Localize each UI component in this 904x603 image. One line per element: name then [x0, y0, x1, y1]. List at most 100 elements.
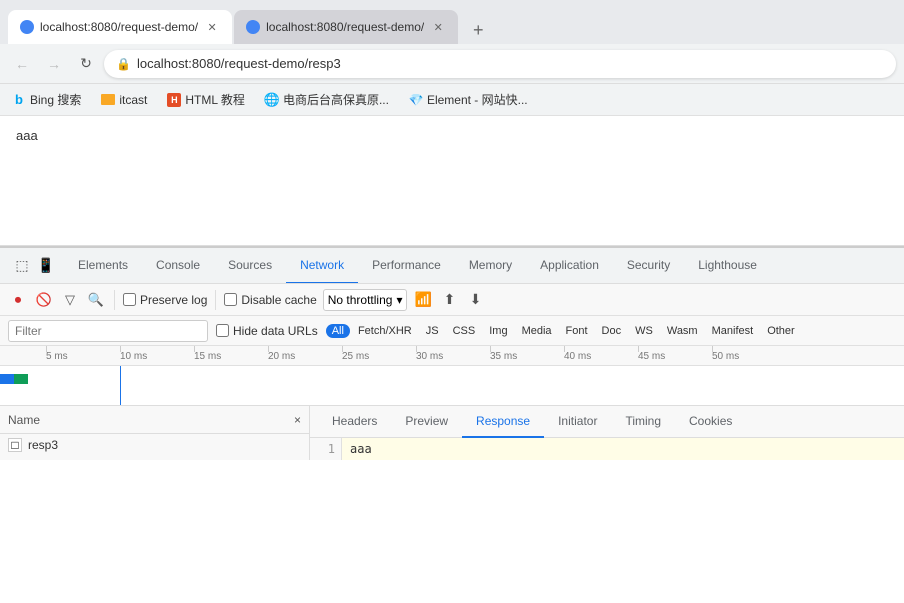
filter-toggle-button[interactable]: ▽: [60, 290, 80, 310]
back-button[interactable]: ←: [8, 50, 36, 78]
folder-icon: [101, 94, 115, 105]
filter-types: All Fetch/XHR JS CSS Img Media Font Doc …: [326, 324, 801, 338]
devtools-tab-security[interactable]: Security: [613, 248, 684, 284]
tick-20ms: 20 ms: [268, 346, 295, 366]
new-tab-button[interactable]: +: [464, 16, 492, 44]
element-icon: 💎: [409, 93, 423, 107]
response-tab-response[interactable]: Response: [462, 406, 544, 438]
response-tab-preview[interactable]: Preview: [391, 406, 462, 438]
wifi-icon[interactable]: 📶: [413, 290, 433, 310]
tab-title-2: localhost:8080/request-demo/: [266, 20, 424, 34]
file-name: resp3: [28, 438, 58, 452]
devtools-tab-lighthouse[interactable]: Lighthouse: [684, 248, 771, 284]
timeline-bar-blue: [0, 374, 14, 384]
bookmark-html[interactable]: H HTML 教程: [163, 89, 249, 110]
preserve-log-checkbox[interactable]: [123, 293, 136, 306]
devtools-toolbar: ⏺ 🚫 ▽ 🔍 Preserve log Disable cache No th…: [0, 284, 904, 316]
tab-active[interactable]: localhost:8080/request-demo/ ✕: [8, 10, 232, 44]
hide-data-urls-text: Hide data URLs: [233, 324, 318, 338]
devtools-tab-bar: ⬚ 📱 Elements Console Sources Network Per…: [0, 248, 904, 284]
tick-40ms: 40 ms: [564, 346, 591, 366]
response-tab-cookies[interactable]: Cookies: [675, 406, 746, 438]
bookmark-ecommerce-label: 电商后台高保真原...: [283, 91, 389, 108]
response-tab-bar: Headers Preview Response Initiator Timin…: [310, 406, 904, 438]
devtools-tab-console[interactable]: Console: [142, 248, 214, 284]
devtools-tab-application[interactable]: Application: [526, 248, 613, 284]
filter-type-css[interactable]: CSS: [447, 324, 482, 338]
devtools-tab-performance[interactable]: Performance: [358, 248, 455, 284]
response-content: 1 aaa: [310, 438, 904, 460]
tab-title: localhost:8080/request-demo/: [40, 20, 198, 34]
filter-type-all[interactable]: All: [326, 324, 350, 338]
bookmarks-bar: b Bing 搜索 itcast H HTML 教程 🌐 电商后台高保真原...…: [0, 84, 904, 116]
address-input[interactable]: 🔒 localhost:8080/request-demo/resp3: [104, 50, 896, 78]
hide-data-urls-label[interactable]: Hide data URLs: [216, 324, 318, 338]
network-panel: Name × □ resp3 Headers Preview Response …: [0, 406, 904, 460]
devtools-tab-sources[interactable]: Sources: [214, 248, 286, 284]
search-button[interactable]: 🔍: [86, 290, 106, 310]
devtools-tab-network[interactable]: Network: [286, 248, 358, 284]
devtools-tab-elements[interactable]: Elements: [64, 248, 142, 284]
record-button[interactable]: ⏺: [8, 290, 28, 310]
tab-favicon: [20, 20, 34, 34]
tick-50ms: 50 ms: [712, 346, 739, 366]
bookmark-element[interactable]: 💎 Element - 网站快...: [405, 89, 532, 110]
device-icon[interactable]: 📱: [36, 256, 56, 276]
timeline-canvas: [0, 366, 904, 405]
devtools-icons: ⬚ 📱: [4, 256, 64, 276]
lock-icon: 🔒: [116, 57, 131, 71]
tick-35ms: 35 ms: [490, 346, 517, 366]
response-tab-headers[interactable]: Headers: [318, 406, 391, 438]
disable-cache-checkbox[interactable]: [224, 293, 237, 306]
response-line-number: 1: [310, 438, 342, 460]
response-tab-timing[interactable]: Timing: [611, 406, 675, 438]
inspect-icon[interactable]: ⬚: [12, 256, 32, 276]
upload-icon[interactable]: ⬆: [439, 290, 459, 310]
filter-type-font[interactable]: Font: [560, 324, 594, 338]
download-icon[interactable]: ⬇: [465, 290, 485, 310]
toolbar-separator-1: [114, 290, 115, 310]
clear-button[interactable]: 🚫: [34, 290, 54, 310]
file-list-close-button[interactable]: ×: [294, 413, 301, 427]
filter-input[interactable]: [8, 320, 208, 342]
file-list: Name × □ resp3: [0, 406, 310, 460]
disable-cache-text: Disable cache: [241, 293, 316, 307]
timeline-area: 5 ms 10 ms 15 ms 20 ms 25 ms 30 ms 35 ms…: [0, 346, 904, 406]
filter-type-wasm[interactable]: Wasm: [661, 324, 704, 338]
throttle-value: No throttling: [328, 293, 393, 307]
bookmark-element-label: Element - 网站快...: [427, 91, 528, 108]
tick-45ms: 45 ms: [638, 346, 665, 366]
filter-type-fetch[interactable]: Fetch/XHR: [352, 324, 418, 338]
page-body-text: aaa: [16, 128, 38, 143]
tab-close-button[interactable]: ✕: [204, 19, 220, 35]
preserve-log-label[interactable]: Preserve log: [123, 293, 207, 307]
forward-button[interactable]: →: [40, 50, 68, 78]
response-tab-initiator[interactable]: Initiator: [544, 406, 611, 438]
filter-type-js[interactable]: JS: [420, 324, 445, 338]
toolbar-separator-2: [215, 290, 216, 310]
tab-inactive[interactable]: localhost:8080/request-demo/ ✕: [234, 10, 458, 44]
filter-type-img[interactable]: Img: [483, 324, 513, 338]
html-icon: H: [167, 93, 181, 107]
response-panel: Headers Preview Response Initiator Timin…: [310, 406, 904, 460]
devtools: ⬚ 📱 Elements Console Sources Network Per…: [0, 246, 904, 460]
filter-type-media[interactable]: Media: [516, 324, 558, 338]
page-content: aaa: [0, 116, 904, 246]
globe-icon: 🌐: [265, 93, 279, 107]
devtools-tab-memory[interactable]: Memory: [455, 248, 526, 284]
file-list-item-resp3[interactable]: □ resp3: [0, 434, 309, 456]
bookmark-ecommerce[interactable]: 🌐 电商后台高保真原...: [261, 89, 393, 110]
bing-icon: b: [12, 93, 26, 107]
tab-close-button-2[interactable]: ✕: [430, 19, 446, 35]
bookmark-bing[interactable]: b Bing 搜索: [8, 89, 85, 110]
file-icon: □: [8, 438, 22, 452]
filter-type-ws[interactable]: WS: [629, 324, 659, 338]
throttle-select[interactable]: No throttling ▾: [323, 289, 408, 311]
filter-type-manifest[interactable]: Manifest: [706, 324, 760, 338]
filter-type-other[interactable]: Other: [761, 324, 801, 338]
disable-cache-label[interactable]: Disable cache: [224, 293, 316, 307]
filter-type-doc[interactable]: Doc: [596, 324, 628, 338]
reload-button[interactable]: ↻: [72, 50, 100, 78]
hide-data-urls-checkbox[interactable]: [216, 324, 229, 337]
bookmark-itcast[interactable]: itcast: [97, 91, 151, 109]
